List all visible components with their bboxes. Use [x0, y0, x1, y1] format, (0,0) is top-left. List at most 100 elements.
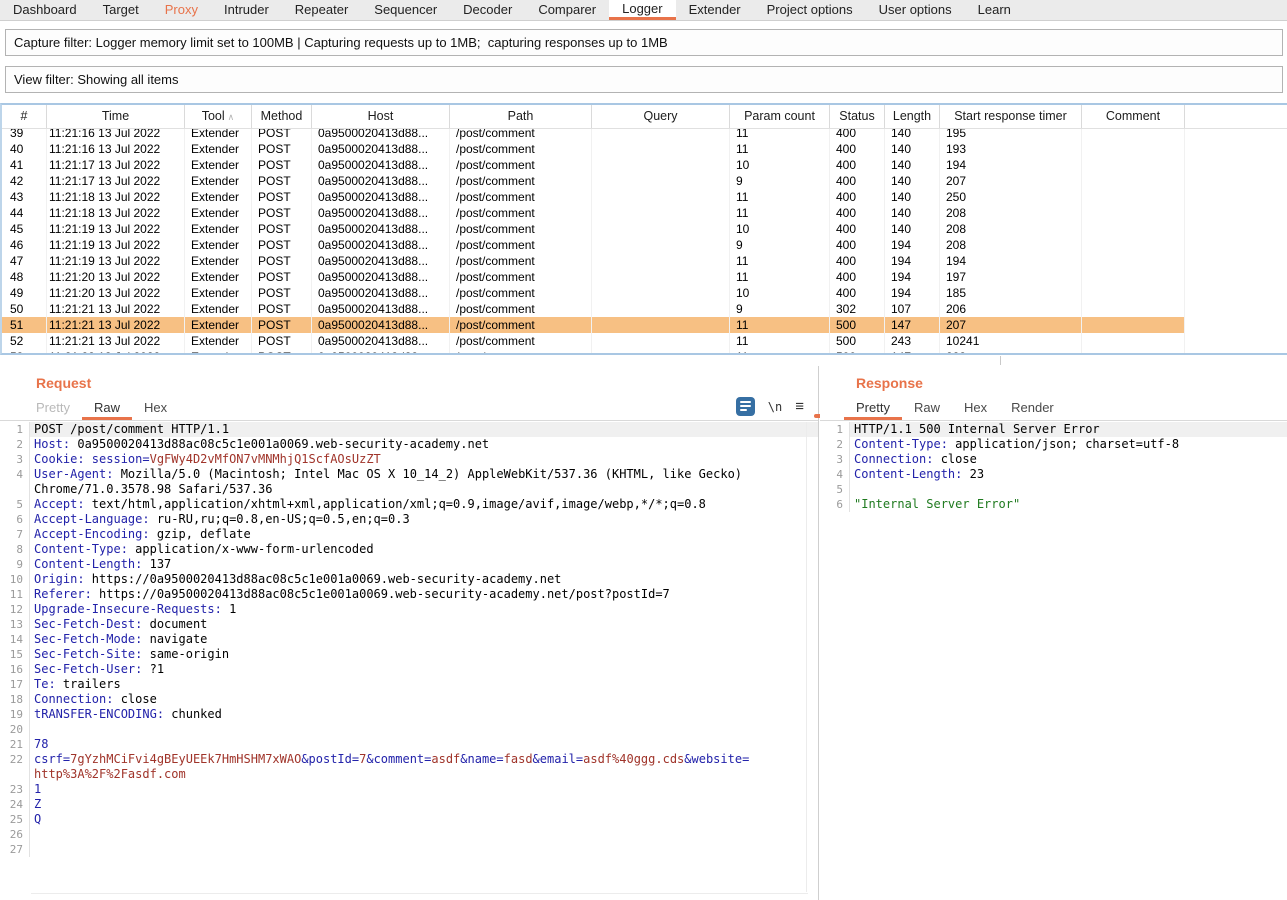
- app-tab-target[interactable]: Target: [90, 0, 152, 20]
- app-tab-intruder[interactable]: Intruder: [211, 0, 282, 20]
- editor-line[interactable]: 10Origin: https://0a9500020413d88ac08c5c…: [0, 572, 818, 587]
- app-tab-decoder[interactable]: Decoder: [450, 0, 525, 20]
- editor-line[interactable]: 4Content-Length: 23: [820, 467, 1287, 482]
- editor-line[interactable]: 1POST /post/comment HTTP/1.1: [0, 422, 818, 437]
- column-header-start-response-timer[interactable]: Start response timer: [940, 105, 1082, 128]
- line-content: Connection: close: [30, 692, 157, 707]
- table-cell: 500: [830, 333, 885, 349]
- editor-line[interactable]: 12Upgrade-Insecure-Requests: 1: [0, 602, 818, 617]
- editor-line[interactable]: 25Q: [0, 812, 818, 827]
- editor-line[interactable]: 8Content-Type: application/x-www-form-ur…: [0, 542, 818, 557]
- app-tab-repeater[interactable]: Repeater: [282, 0, 361, 20]
- app-tab-learn[interactable]: Learn: [965, 0, 1024, 20]
- app-tab-comparer[interactable]: Comparer: [525, 0, 609, 20]
- editor-line[interactable]: 22csrf=7gYzhMCiFvi4gBEyUEEk7HmHSHM7xWAO&…: [0, 752, 818, 767]
- editor-line[interactable]: 5Accept: text/html,application/xhtml+xml…: [0, 497, 818, 512]
- table-row[interactable]: 4011:21:16 13 Jul 2022ExtenderPOST0a9500…: [2, 141, 1287, 157]
- response-editor[interactable]: 1HTTP/1.1 500 Internal Server Error2Cont…: [820, 422, 1287, 900]
- editor-line[interactable]: 16Sec-Fetch-User: ?1: [0, 662, 818, 677]
- editor-line[interactable]: 6Accept-Language: ru-RU,ru;q=0.8,en-US;q…: [0, 512, 818, 527]
- line-number: 4: [0, 467, 30, 482]
- table-cell: 194: [940, 157, 1082, 173]
- editor-line[interactable]: Chrome/71.0.3578.98 Safari/537.36: [0, 482, 818, 497]
- table-cell: 11:21:18 13 Jul 2022: [47, 189, 185, 205]
- table-row[interactable]: 4311:21:18 13 Jul 2022ExtenderPOST0a9500…: [2, 189, 1287, 205]
- column-header-status[interactable]: Status: [830, 105, 885, 128]
- table-cell-filler: [1185, 141, 1287, 157]
- column-header-method[interactable]: Method: [252, 105, 312, 128]
- panel-splitter[interactable]: [818, 366, 819, 900]
- newline-icon[interactable]: \n: [768, 400, 782, 414]
- app-tab-logger[interactable]: Logger: [609, 0, 675, 20]
- request-editor-scrollbar[interactable]: [806, 422, 807, 892]
- editor-line[interactable]: 2178: [0, 737, 818, 752]
- column-header-query[interactable]: Query: [592, 105, 730, 128]
- editor-line[interactable]: http%3A%2F%2Fasdf.com: [0, 767, 818, 782]
- response-tab-render[interactable]: Render: [999, 398, 1066, 420]
- editor-line[interactable]: 26: [0, 827, 818, 842]
- table-row[interactable]: 4611:21:19 13 Jul 2022ExtenderPOST0a9500…: [2, 237, 1287, 253]
- table-row[interactable]: 4211:21:17 13 Jul 2022ExtenderPOST0a9500…: [2, 173, 1287, 189]
- request-tab-hex[interactable]: Hex: [132, 398, 179, 420]
- table-cell: 11:21:19 13 Jul 2022: [47, 221, 185, 237]
- editor-line[interactable]: 15Sec-Fetch-Site: same-origin: [0, 647, 818, 662]
- editor-line[interactable]: 13Sec-Fetch-Dest: document: [0, 617, 818, 632]
- request-editor[interactable]: 1POST /post/comment HTTP/1.12Host: 0a950…: [0, 422, 818, 900]
- editor-line[interactable]: 19tRANSFER-ENCODING: chunked: [0, 707, 818, 722]
- column-header-path[interactable]: Path: [450, 105, 592, 128]
- column-header-param-count[interactable]: Param count: [730, 105, 830, 128]
- table-row[interactable]: 5211:21:21 13 Jul 2022ExtenderPOST0a9500…: [2, 333, 1287, 349]
- request-tab-raw[interactable]: Raw: [82, 398, 132, 420]
- app-tab-sequencer[interactable]: Sequencer: [361, 0, 450, 20]
- table-row[interactable]: 4411:21:18 13 Jul 2022ExtenderPOST0a9500…: [2, 205, 1287, 221]
- column-header-length[interactable]: Length: [885, 105, 940, 128]
- editor-line[interactable]: 3Cookie: session=VgFWy4D2vMfON7vMNMhjQ1S…: [0, 452, 818, 467]
- column-header-num[interactable]: #: [2, 105, 47, 128]
- response-tab-pretty[interactable]: Pretty: [844, 398, 902, 420]
- table-cell: Extender: [185, 333, 252, 349]
- editor-line[interactable]: 7Accept-Encoding: gzip, deflate: [0, 527, 818, 542]
- column-header-comment[interactable]: Comment: [1082, 105, 1185, 128]
- column-header-tool[interactable]: Tool∧: [185, 105, 252, 128]
- editor-line[interactable]: 231: [0, 782, 818, 797]
- editor-line[interactable]: 6"Internal Server Error": [820, 497, 1287, 512]
- table-row[interactable]: 4911:21:20 13 Jul 2022ExtenderPOST0a9500…: [2, 285, 1287, 301]
- app-tab-proxy[interactable]: Proxy: [152, 0, 211, 20]
- table-row[interactable]: 5111:21:21 13 Jul 2022ExtenderPOST0a9500…: [2, 317, 1287, 333]
- table-horizontal-scrollbar[interactable]: [0, 355, 1287, 366]
- response-tab-hex[interactable]: Hex: [952, 398, 999, 420]
- view-filter-bar[interactable]: View filter: Showing all items: [5, 66, 1283, 93]
- table-row[interactable]: 4811:21:20 13 Jul 2022ExtenderPOST0a9500…: [2, 269, 1287, 285]
- table-cell: 11:21:17 13 Jul 2022: [47, 173, 185, 189]
- editor-line[interactable]: 11Referer: https://0a9500020413d88ac08c5…: [0, 587, 818, 602]
- capture-filter-bar[interactable]: Capture filter: Logger memory limit set …: [5, 29, 1283, 56]
- line-content: Sec-Fetch-Mode: navigate: [30, 632, 207, 647]
- editor-line[interactable]: 24Z: [0, 797, 818, 812]
- editor-line[interactable]: 9Content-Length: 137: [0, 557, 818, 572]
- menu-icon[interactable]: ≡: [795, 398, 804, 415]
- editor-line[interactable]: 5: [820, 482, 1287, 497]
- column-header-host[interactable]: Host: [312, 105, 450, 128]
- editor-line[interactable]: 20: [0, 722, 818, 737]
- app-tab-dashboard[interactable]: Dashboard: [0, 0, 90, 20]
- app-tab-project-options[interactable]: Project options: [754, 0, 866, 20]
- editor-line[interactable]: 17Te: trailers: [0, 677, 818, 692]
- response-tab-raw[interactable]: Raw: [902, 398, 952, 420]
- editor-line[interactable]: 2Host: 0a9500020413d88ac08c5c1e001a0069.…: [0, 437, 818, 452]
- editor-line[interactable]: 2Content-Type: application/json; charset…: [820, 437, 1287, 452]
- wrap-toggle-icon[interactable]: [736, 397, 755, 416]
- app-tab-extender[interactable]: Extender: [676, 0, 754, 20]
- editor-line[interactable]: 3Connection: close: [820, 452, 1287, 467]
- editor-line[interactable]: 1HTTP/1.1 500 Internal Server Error: [820, 422, 1287, 437]
- editor-line[interactable]: 18Connection: close: [0, 692, 818, 707]
- editor-line[interactable]: 14Sec-Fetch-Mode: navigate: [0, 632, 818, 647]
- editor-line[interactable]: 27: [0, 842, 818, 857]
- editor-line[interactable]: 4User-Agent: Mozilla/5.0 (Macintosh; Int…: [0, 467, 818, 482]
- app-tab-user-options[interactable]: User options: [866, 0, 965, 20]
- table-row[interactable]: 4711:21:19 13 Jul 2022ExtenderPOST0a9500…: [2, 253, 1287, 269]
- column-header-time[interactable]: Time: [47, 105, 185, 128]
- table-row[interactable]: 5011:21:21 13 Jul 2022ExtenderPOST0a9500…: [2, 301, 1287, 317]
- table-row[interactable]: 4511:21:19 13 Jul 2022ExtenderPOST0a9500…: [2, 221, 1287, 237]
- table-row[interactable]: 3911:21:16 13 Jul 2022ExtenderPOST0a9500…: [2, 129, 1287, 141]
- table-row[interactable]: 4111:21:17 13 Jul 2022ExtenderPOST0a9500…: [2, 157, 1287, 173]
